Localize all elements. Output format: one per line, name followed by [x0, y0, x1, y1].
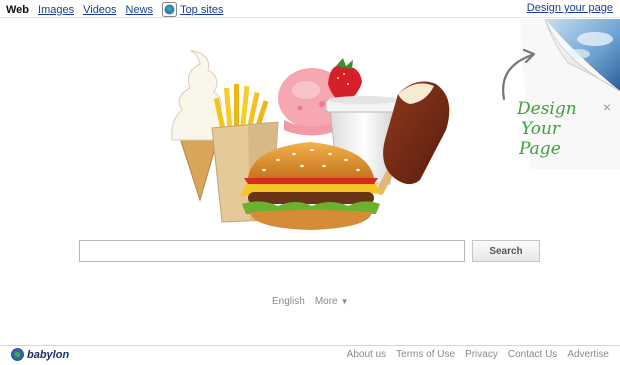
design-your-page-link[interactable]: Design your page — [527, 2, 613, 14]
design-your-page-text[interactable]: Design Your Page — [517, 99, 577, 159]
top-sites-label: Top sites — [180, 3, 224, 16]
footer-link-contact-us[interactable]: Contact Us — [508, 349, 557, 360]
footer-link-advertise[interactable]: Advertise — [567, 349, 609, 360]
design-line: Your — [521, 119, 561, 139]
language-selector: English More ▼ — [272, 296, 349, 307]
footer-link-privacy[interactable]: Privacy — [465, 349, 498, 360]
top-nav-bar: Web Images Videos News Top sites Design … — [0, 0, 620, 18]
babylon-logo-text: babylon — [27, 348, 70, 361]
language-english-link[interactable]: English — [272, 296, 305, 307]
footer-divider — [0, 345, 620, 346]
food-illustration — [171, 50, 450, 230]
babylon-logo-icon — [11, 348, 24, 361]
more-languages-button[interactable]: More ▼ — [315, 296, 349, 307]
footer-link-about-us[interactable]: About us — [347, 349, 386, 360]
footer-link-terms-of-use[interactable]: Terms of Use — [396, 349, 455, 360]
nav-videos[interactable]: Videos — [83, 4, 116, 16]
ice-cream-cone-icon — [171, 50, 223, 202]
design-line: Design — [517, 99, 577, 119]
nav-news[interactable]: News — [126, 4, 154, 16]
chevron-down-icon: ▼ — [340, 297, 349, 306]
nav-images[interactable]: Images — [38, 4, 74, 16]
nav-top-sites[interactable]: Top sites — [162, 2, 223, 17]
babylon-logo[interactable]: babylon — [11, 347, 69, 362]
search-verticals-nav: Web Images Videos News Top sites — [6, 2, 223, 17]
close-icon[interactable]: × — [603, 100, 611, 114]
more-label: More — [314, 296, 338, 307]
footer-links: About us Terms of Use Privacy Contact Us… — [337, 349, 609, 360]
design-line: Page — [519, 139, 561, 159]
search-input[interactable] — [79, 240, 465, 262]
globe-icon — [162, 2, 178, 17]
search-button[interactable]: Search — [472, 240, 540, 262]
nav-web[interactable]: Web — [6, 4, 29, 16]
